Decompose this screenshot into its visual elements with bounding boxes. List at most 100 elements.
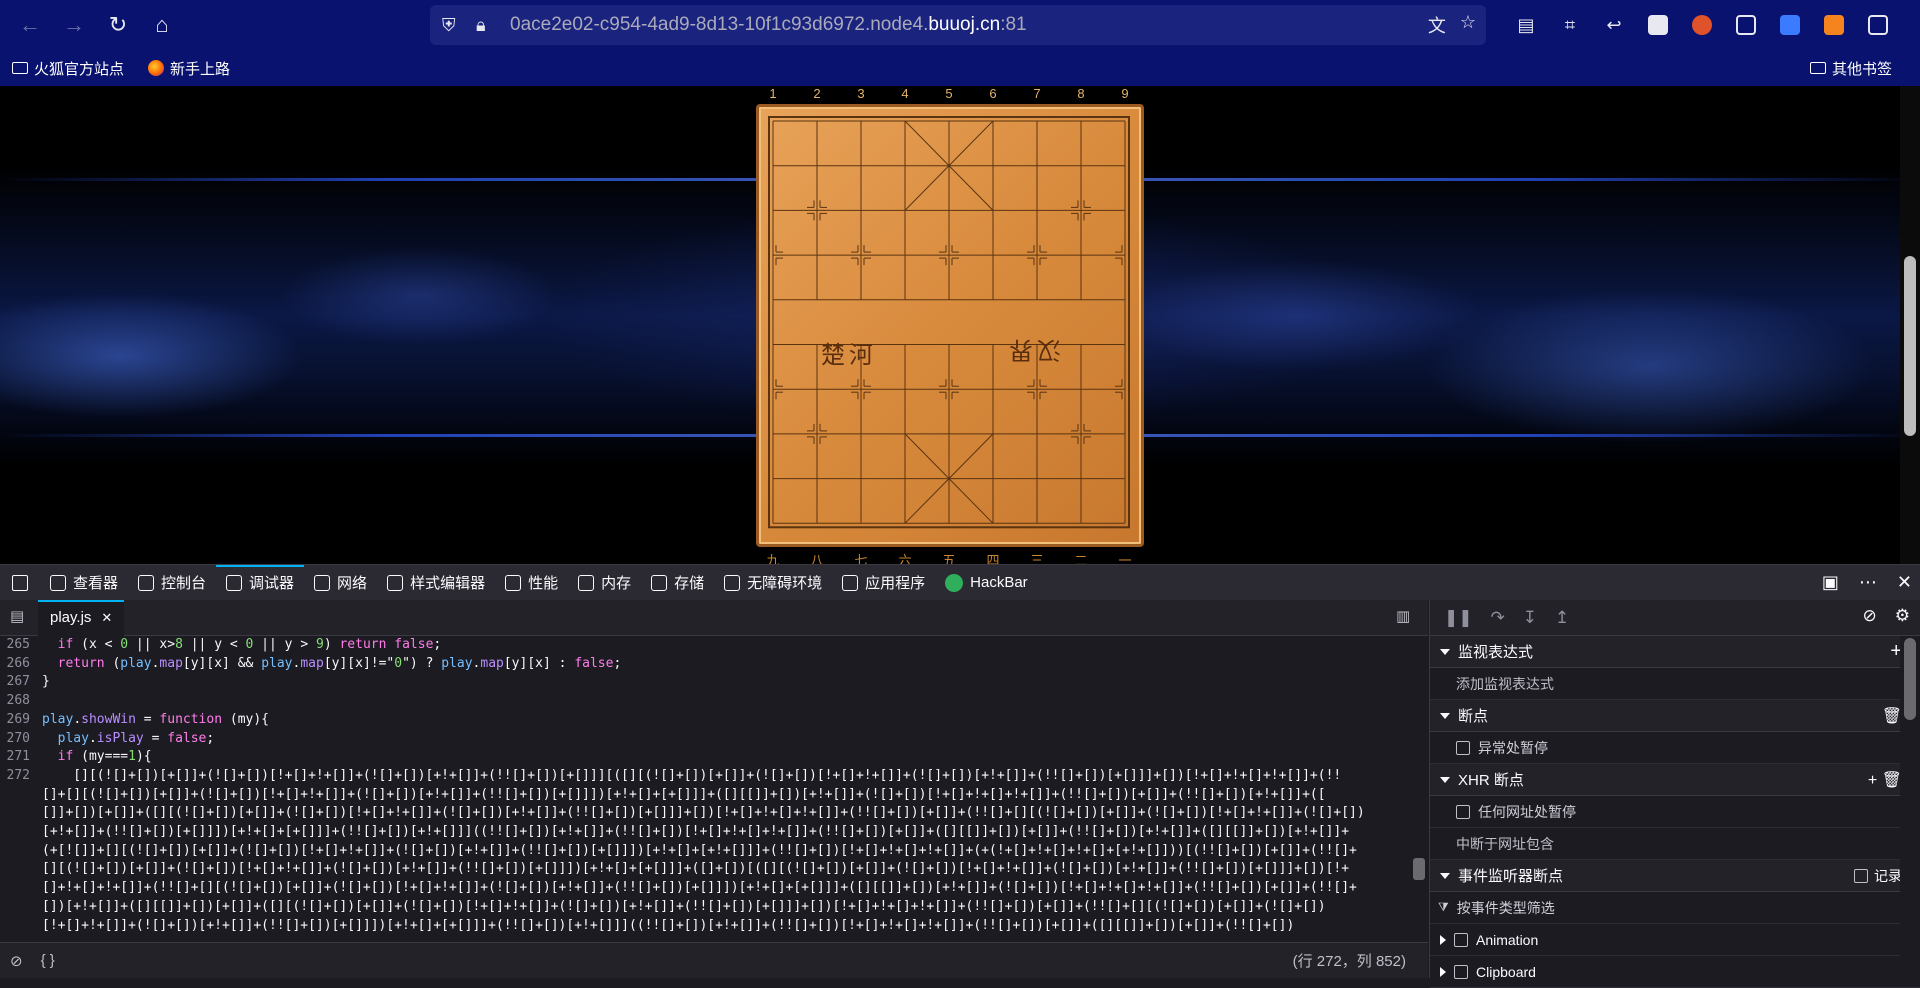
section-row[interactable]: 添加监视表达式 — [1430, 668, 1920, 700]
pause-icon[interactable]: ❚❚ — [1444, 608, 1473, 628]
line-number[interactable]: 270 — [0, 730, 36, 749]
section-row[interactable]: 异常处暂停 — [1430, 732, 1920, 764]
step-in-icon[interactable]: ↧ — [1523, 608, 1537, 628]
code-editor[interactable]: 265 if (x < 0 || x>8 || y < 0 || y > 9) … — [0, 636, 1410, 942]
code-line-wrapped[interactable]: []+!+[]+!+[]]+(!![]+[][(![]+[])[+[]]+(![… — [0, 879, 1410, 898]
code-line[interactable]: 267} — [0, 673, 1410, 692]
devtools-tab[interactable]: 查看器 — [40, 565, 128, 601]
line-number[interactable]: 265 — [0, 636, 36, 655]
extension-translate-icon[interactable] — [1768, 3, 1812, 47]
line-number[interactable]: 267 — [0, 673, 36, 692]
code-line-wrapped[interactable]: []+[][(![]+[])[+[]]+(![]+[])[!+[]+!+[]]+… — [0, 786, 1410, 805]
devtools-tab[interactable]: 样式编辑器 — [377, 565, 495, 601]
checkbox[interactable] — [1454, 932, 1468, 947]
url-bar[interactable]: ⛨ 🔒︎ 0ace2e02-c954-4ad9-8d13-10f1c93d697… — [430, 5, 1486, 45]
checkbox[interactable] — [1456, 740, 1470, 755]
devtools-tab[interactable]: 控制台 — [128, 565, 216, 601]
extension-fox-icon[interactable] — [1680, 3, 1724, 47]
checkbox[interactable] — [1456, 804, 1470, 819]
section-row[interactable]: Clipboard — [1430, 956, 1920, 988]
devtools-tab[interactable]: 调试器 — [216, 564, 305, 601]
code-line-wrapped[interactable]: [][(![]+[])[+[]]+(![]+[])[!+[]+!+[]]+(![… — [0, 860, 1410, 879]
more-options-icon[interactable]: ⋯ — [1859, 572, 1877, 593]
code-line-wrapped[interactable]: [!+[]+!+[]]+(![]+[])[+!+[]]+(!![]+[])[+[… — [0, 917, 1410, 936]
chevron-down-icon — [1440, 872, 1450, 879]
translate-icon[interactable]: 文 — [1428, 12, 1446, 38]
sidebar-icon[interactable]: ▤ — [1504, 3, 1548, 47]
devtools-tab[interactable]: 应用程序 — [832, 565, 935, 601]
chess-board[interactable]: 楚河 汉界 — [756, 104, 1144, 547]
section-header[interactable]: XHR 断点 + 🗑︎ — [1430, 764, 1920, 796]
checkbox[interactable] — [1454, 964, 1468, 979]
toggle-sources-icon[interactable]: ▤ — [10, 607, 24, 625]
scrollbar-thumb[interactable] — [1413, 858, 1425, 880]
code-line[interactable]: 266 return (play.map[y][x] && play.map[y… — [0, 655, 1410, 674]
code-line[interactable]: 272 [][(![]+[])[+[]]+(![]+[])[!+[]+!+[]]… — [0, 767, 1410, 786]
record-checkbox[interactable]: 记录 — [1854, 866, 1902, 886]
step-out-icon[interactable]: ↥ — [1555, 608, 1569, 628]
extension-window-icon[interactable] — [1724, 3, 1768, 47]
checkbox[interactable] — [1854, 868, 1868, 883]
line-number[interactable]: 266 — [0, 655, 36, 674]
code-line-wrapped[interactable]: [])[+!+[]]+([][[]]+[])[+[]]+([][(![]+[])… — [0, 898, 1410, 917]
scrollbar-thumb[interactable] — [1904, 256, 1916, 436]
devtools-tab[interactable]: 网络 — [304, 565, 377, 601]
source-tab-play-js[interactable]: play.js ✕ — [38, 599, 125, 636]
devtools-tab[interactable]: HackBar — [935, 565, 1038, 601]
close-devtools-icon[interactable]: ✕ — [1897, 572, 1912, 593]
settings-gear-icon[interactable]: ⚙ — [1895, 606, 1910, 626]
page-scrollbar[interactable] — [1900, 86, 1920, 564]
extension-metamask-icon[interactable] — [1812, 3, 1856, 47]
forward-button[interactable]: → — [52, 3, 96, 47]
disable-breakpoints-icon[interactable]: ⊘ — [1863, 606, 1877, 626]
section-header[interactable]: 断点 🗑︎ — [1430, 700, 1920, 732]
extension-puzzle-icon[interactable] — [1856, 3, 1900, 47]
side-scrollbar[interactable] — [1900, 636, 1920, 978]
crop-icon[interactable]: ⌗ — [1548, 3, 1592, 47]
star-icon[interactable]: ☆ — [1460, 12, 1476, 38]
code-line[interactable]: 268 — [0, 692, 1410, 711]
line-number[interactable]: 271 — [0, 748, 36, 767]
extension-ip-icon[interactable] — [1636, 3, 1680, 47]
code-line[interactable]: 265 if (x < 0 || x>8 || y < 0 || y > 9) … — [0, 636, 1410, 655]
code-line[interactable]: 270 play.isPlay = false; — [0, 730, 1410, 749]
home-button[interactable]: ⌂ — [140, 3, 184, 47]
add-trash-icons[interactable]: + 🗑︎ — [1868, 770, 1902, 790]
code-line-wrapped[interactable]: (+[![]]+[][(![]+[])[+[]]+(![]+[])[!+[]+!… — [0, 842, 1410, 861]
bookmark-firefox-official[interactable]: 火狐官方站点 — [0, 58, 136, 79]
back-button[interactable]: ← — [8, 3, 52, 47]
dock-icon[interactable]: ▣ — [1822, 572, 1839, 593]
step-over-icon[interactable]: ↷ — [1491, 608, 1505, 628]
devtools-tab[interactable]: 无障碍环境 — [714, 565, 832, 601]
close-tab-icon[interactable]: ✕ — [101, 610, 112, 626]
bookmark-other[interactable]: 其他书签 — [1798, 58, 1904, 79]
code-line-wrapped[interactable]: [+!+[]]+(!![]+[])[+[]]])[+!+[]+[+[]]]+(!… — [0, 823, 1410, 842]
undo-icon[interactable]: ↩ — [1592, 3, 1636, 47]
devtools-tab[interactable]: 存储 — [641, 565, 714, 601]
section-header[interactable]: 监视表达式 + — [1430, 636, 1920, 668]
code-scrollbar[interactable] — [1410, 636, 1428, 942]
pretty-print-button[interactable]: { } — [41, 952, 55, 969]
bookmark-getting-started[interactable]: 新手上路 — [136, 58, 242, 79]
section-header[interactable]: 事件监听器断点 记录 — [1430, 860, 1920, 892]
code-line[interactable]: 271 if (my===1){ — [0, 748, 1410, 767]
section-row[interactable]: ⧩ 按事件类型筛选 — [1430, 892, 1920, 924]
section-row[interactable]: 中断于网址包含 — [1430, 828, 1920, 860]
line-number[interactable]: 268 — [0, 692, 36, 711]
devtools-tab[interactable]: 内存 — [568, 565, 641, 601]
section-row[interactable]: Animation — [1430, 924, 1920, 956]
blackbox-icon[interactable]: ⊘ — [10, 952, 23, 970]
element-picker-icon[interactable] — [0, 565, 40, 601]
lock-icon[interactable]: 🔒︎ — [476, 15, 504, 36]
devtools-tab[interactable]: 性能 — [495, 565, 568, 601]
line-number[interactable]: 269 — [0, 711, 36, 730]
toggle-right-panel-icon[interactable]: ▥ — [1396, 607, 1410, 625]
trash-icon[interactable]: 🗑︎ — [1882, 706, 1902, 726]
section-row[interactable]: 任何网址处暂停 — [1430, 796, 1920, 828]
scrollbar-thumb[interactable] — [1904, 638, 1916, 720]
shield-icon[interactable]: ⛨ — [442, 15, 470, 36]
line-number[interactable]: 272 — [0, 767, 36, 786]
reload-button[interactable]: ↻ — [96, 3, 140, 47]
code-line-wrapped[interactable]: []]+[])[+[]]+([][(![]+[])[+[]]+(![]+[])[… — [0, 804, 1410, 823]
code-line[interactable]: 269 play.showWin = function (my){ — [0, 711, 1410, 730]
